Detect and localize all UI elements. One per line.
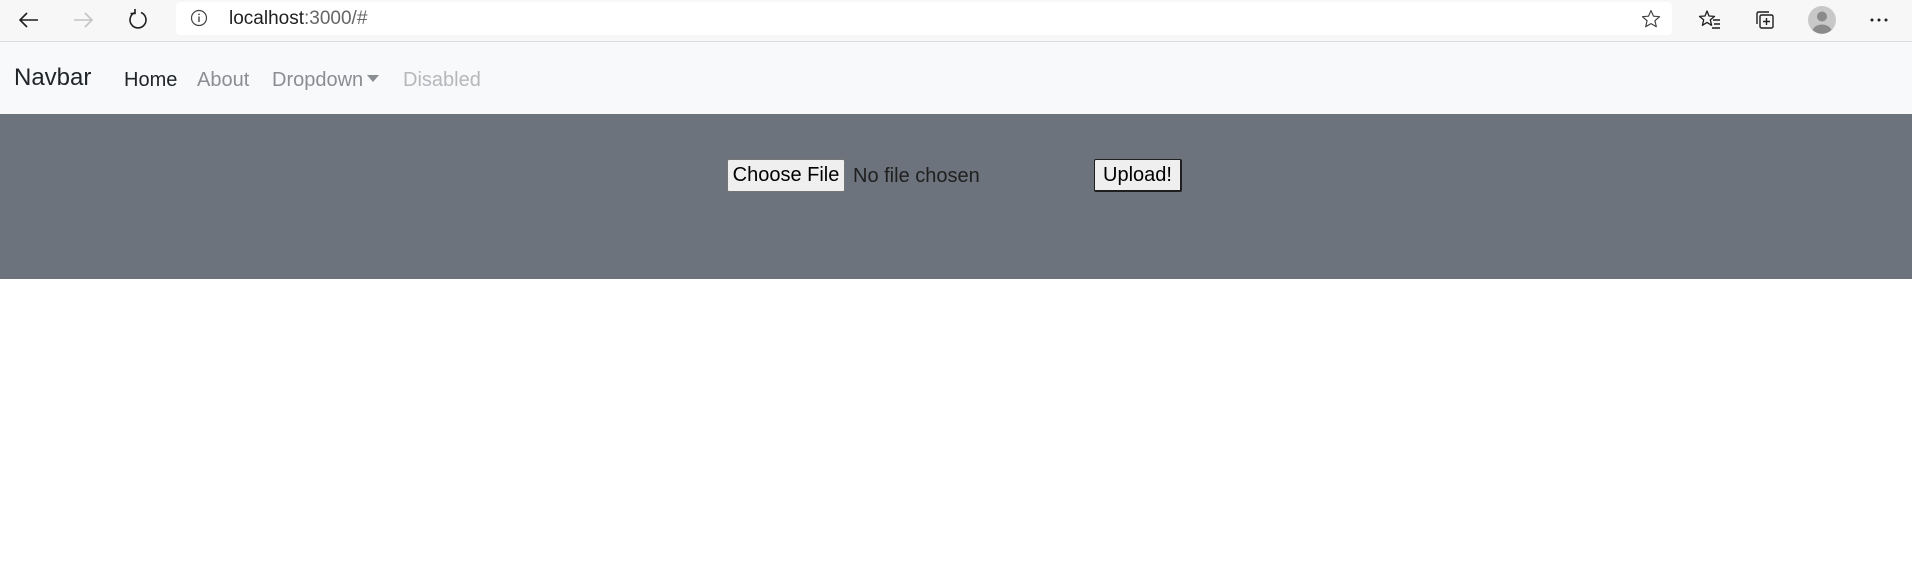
- favorites-button[interactable]: [1693, 4, 1727, 36]
- upload-panel: Choose File No file chosen Upload!: [0, 114, 1912, 279]
- profile-button[interactable]: [1805, 4, 1839, 36]
- nav-link-disabled: Disabled: [403, 68, 481, 92]
- refresh-icon: [129, 9, 147, 29]
- collections-icon: [1756, 11, 1774, 29]
- upload-button[interactable]: Upload!: [1094, 159, 1182, 192]
- info-icon[interactable]: [190, 9, 208, 27]
- nav-link-about-label: About: [197, 69, 250, 91]
- back-arrow-icon: [18, 12, 38, 28]
- nav-dropdown-toggle[interactable]: Dropdown: [272, 68, 380, 92]
- browser-toolbar: localhost:3000/#: [0, 0, 1912, 42]
- back-button[interactable]: [12, 4, 46, 36]
- favorites-icon: [1698, 10, 1720, 29]
- address-bar[interactable]: localhost:3000/#: [176, 2, 1672, 35]
- nav-dropdown-label: Dropdown: [272, 69, 364, 91]
- forward-button[interactable]: [66, 4, 100, 36]
- nav-link-about[interactable]: About: [197, 68, 249, 92]
- star-icon[interactable]: [1640, 8, 1662, 30]
- profile-icon: [1808, 6, 1836, 34]
- nav-link-disabled-label: Disabled: [403, 69, 481, 91]
- url-host: localhost: [229, 8, 304, 29]
- caret-down-icon: [367, 75, 380, 83]
- nav-link-home[interactable]: Home: [124, 68, 177, 92]
- nav-link-home-label: Home: [124, 69, 178, 91]
- choose-file-button[interactable]: Choose File: [727, 159, 845, 192]
- collections-button[interactable]: [1748, 4, 1782, 36]
- navbar: Navbar Home About Dropdown Disabled: [0, 42, 1912, 114]
- url-path: :3000/#: [304, 8, 368, 29]
- more-icon: [1870, 18, 1888, 22]
- url-text[interactable]: localhost:3000/#: [229, 8, 367, 30]
- file-status-text: No file chosen: [853, 165, 980, 187]
- more-button[interactable]: [1862, 4, 1896, 36]
- navbar-brand[interactable]: Navbar: [14, 64, 91, 92]
- refresh-button[interactable]: [121, 4, 155, 36]
- forward-arrow-icon: [74, 12, 94, 28]
